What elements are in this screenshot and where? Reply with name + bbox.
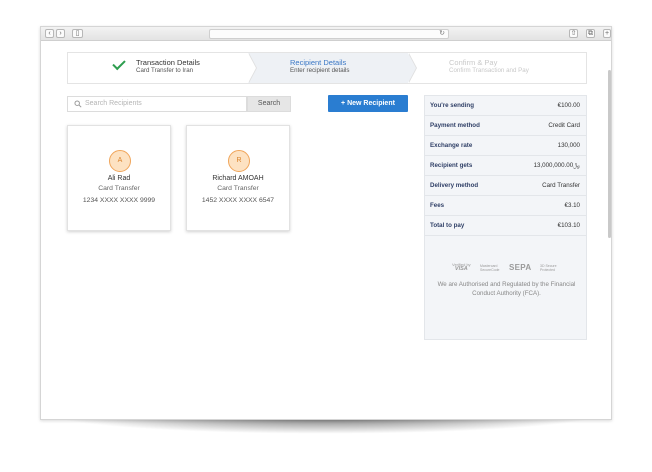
logo-text: VISA <box>454 266 468 272</box>
step-subtitle: Card Transfer to Iran <box>136 67 194 74</box>
summary-label: Recipient gets <box>430 162 473 169</box>
summary-value: 130,000 <box>557 142 580 149</box>
transfer-summary: You're sending €100.00 Payment method Cr… <box>424 95 587 340</box>
summary-label: You're sending <box>430 102 474 109</box>
sepa-logo: SEPA <box>509 263 532 272</box>
step-recipient-details[interactable]: Recipient Details Enter recipient detail… <box>248 53 408 83</box>
share-icon[interactable]: ⇧ <box>569 29 578 38</box>
step-title: Recipient Details <box>290 58 347 67</box>
summary-row: Total to pay €103.10 <box>425 216 586 236</box>
forward-icon[interactable]: › <box>56 29 65 38</box>
search-input[interactable]: Search Recipients <box>67 96 247 112</box>
recipient-card[interactable]: A Ali Rad Card Transfer 1234 XXXX XXXX 9… <box>67 125 171 231</box>
summary-value: €100.00 <box>557 102 580 109</box>
tabs-icon[interactable]: ⧉ <box>586 29 595 38</box>
summary-value: Credit Card <box>548 122 580 129</box>
recipient-name: Ali Rad <box>107 175 131 182</box>
search-icon <box>74 100 82 108</box>
summary-value: Card Transfer <box>542 182 580 189</box>
summary-value: €3.10 <box>564 202 580 209</box>
search-placeholder: Search Recipients <box>85 100 142 107</box>
step-divider <box>248 53 256 83</box>
browser-window: ‹ › ▯ ↻ ⇧ ⧉ + Transaction Details Card T… <box>40 26 612 420</box>
back-icon[interactable]: ‹ <box>45 29 54 38</box>
recipient-card[interactable]: R Richard AMOAH Card Transfer 1452 XXXX … <box>186 125 290 231</box>
step-confirm-pay: Confirm & Pay Confirm Transaction and Pa… <box>408 53 586 83</box>
avatar: A <box>109 150 131 172</box>
step-subtitle: Enter recipient details <box>290 67 350 74</box>
step-title: Confirm & Pay <box>449 58 498 67</box>
reload-icon[interactable]: ↻ <box>439 30 445 38</box>
payment-logos: Verified by VISA Mastercard SecureCode S… <box>425 262 586 276</box>
new-recipient-button[interactable]: + New Recipient <box>328 95 408 112</box>
page-content: Transaction Details Card Transfer to Ira… <box>41 42 611 419</box>
summary-label: Payment method <box>430 122 480 129</box>
search-button[interactable]: Search <box>247 96 291 112</box>
progress-steps: Transaction Details Card Transfer to Ira… <box>67 52 587 84</box>
step-transaction-details[interactable]: Transaction Details Card Transfer to Ira… <box>68 53 248 83</box>
recipient-type: Card Transfer <box>217 185 259 192</box>
regulation-notice: We are Authorised and Regulated by the F… <box>437 281 576 297</box>
mastercard-securecode-logo: Mastercard SecureCode <box>480 264 499 272</box>
verified-by-visa-logo: Verified by VISA <box>452 262 471 272</box>
logo-text: SecureCode <box>480 268 500 272</box>
step-title: Transaction Details <box>136 58 200 67</box>
browser-toolbar: ‹ › ▯ ↻ ⇧ ⧉ + <box>41 27 611 41</box>
step-subtitle: Confirm Transaction and Pay <box>449 67 529 74</box>
address-bar[interactable]: ↻ <box>209 29 449 39</box>
summary-row: Fees €3.10 <box>425 196 586 216</box>
recipient-type: Card Transfer <box>98 185 140 192</box>
new-tab-icon[interactable]: + <box>603 29 611 38</box>
summary-label: Total to pay <box>430 222 465 229</box>
summary-row: Delivery method Card Transfer <box>425 176 586 196</box>
summary-label: Delivery method <box>430 182 479 189</box>
step-divider <box>408 53 416 83</box>
logo-text: Protected <box>540 268 555 272</box>
check-icon <box>112 56 126 71</box>
summary-value: €103.10 <box>557 222 580 229</box>
recipient-name: Richard AMOAH <box>212 175 264 182</box>
summary-row: You're sending €100.00 <box>425 96 586 116</box>
scrollbar[interactable] <box>608 70 611 238</box>
recipient-card-number: 1234 XXXX XXXX 9999 <box>82 197 156 204</box>
sidebar-icon[interactable]: ▯ <box>72 29 83 38</box>
summary-label: Fees <box>430 202 445 209</box>
summary-value: 13,000,000.00﷼ <box>533 162 580 169</box>
avatar: R <box>228 150 250 172</box>
3d-secure-logo: 3D Secure Protected <box>540 264 557 272</box>
summary-label: Exchange rate <box>430 142 473 149</box>
recipient-card-number: 1452 XXXX XXXX 6547 <box>201 197 275 204</box>
summary-row: Recipient gets 13,000,000.00﷼ <box>425 156 586 176</box>
summary-row: Exchange rate 130,000 <box>425 136 586 156</box>
summary-row: Payment method Credit Card <box>425 116 586 136</box>
